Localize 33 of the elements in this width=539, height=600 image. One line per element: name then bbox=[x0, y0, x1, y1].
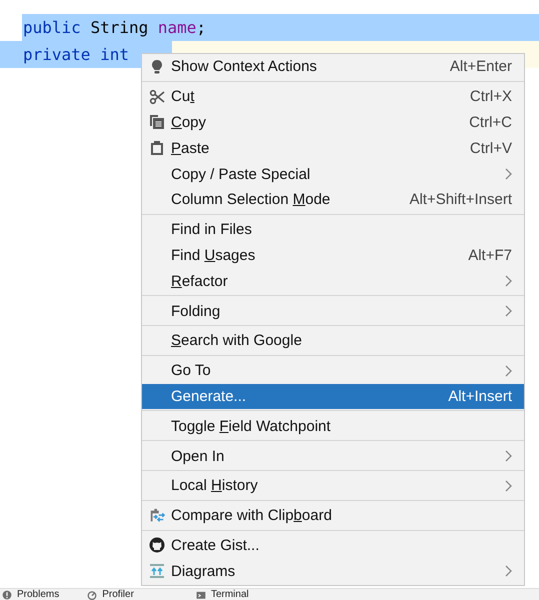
menu-item[interactable]: Toggle Field Watchpoint bbox=[142, 413, 524, 440]
cat-silhouette-icon bbox=[148, 537, 164, 554]
menu-item[interactable]: Column Selection Mode Alt+Shift+Insert bbox=[142, 186, 524, 213]
profiler-tab[interactable]: Profiler bbox=[87, 589, 134, 600]
terminal-tab[interactable]: Terminal bbox=[196, 589, 249, 600]
menu-item[interactable]: Show Context Actions Alt+Enter bbox=[142, 54, 524, 80]
menu-item[interactable]: Create Gist... bbox=[142, 532, 524, 558]
problems-tab[interactable]: Problems bbox=[2, 589, 60, 600]
warning-icon bbox=[2, 590, 12, 600]
menu-item[interactable]: Open In bbox=[142, 443, 524, 469]
menu-item[interactable]: Diagrams bbox=[142, 558, 524, 584]
menu-item[interactable]: Folding bbox=[142, 298, 524, 324]
menu-item[interactable]: Find in Files bbox=[142, 216, 524, 243]
terminal-icon bbox=[196, 590, 206, 600]
copy-icon bbox=[148, 114, 164, 130]
menu-item[interactable]: Find Usages Alt+F7 bbox=[142, 242, 524, 268]
menu-item[interactable]: Local History bbox=[142, 472, 524, 499]
code-line: public String name; bbox=[23, 18, 206, 37]
menu-item[interactable]: Compare with Clipboard bbox=[142, 502, 524, 529]
menu-item[interactable]: Paste Ctrl+V bbox=[142, 135, 524, 162]
compare-icon bbox=[148, 508, 164, 524]
code-line: private int bbox=[23, 45, 129, 64]
clipboard-icon bbox=[148, 140, 164, 156]
menu-item[interactable]: Search with Google bbox=[142, 328, 524, 354]
menu-item[interactable]: Copy Ctrl+C bbox=[142, 110, 524, 136]
menu-item[interactable]: Generate... Alt+Insert bbox=[142, 384, 524, 410]
gauge-icon bbox=[87, 590, 98, 600]
diagram-icon bbox=[148, 563, 164, 580]
menu-item[interactable]: Go To bbox=[142, 358, 524, 384]
menu-item[interactable]: Copy / Paste Special bbox=[142, 161, 524, 187]
menu-item[interactable]: Refactor bbox=[142, 268, 524, 294]
scissors-icon bbox=[148, 88, 164, 105]
menu-item[interactable]: Cut Ctrl+X bbox=[142, 84, 524, 110]
